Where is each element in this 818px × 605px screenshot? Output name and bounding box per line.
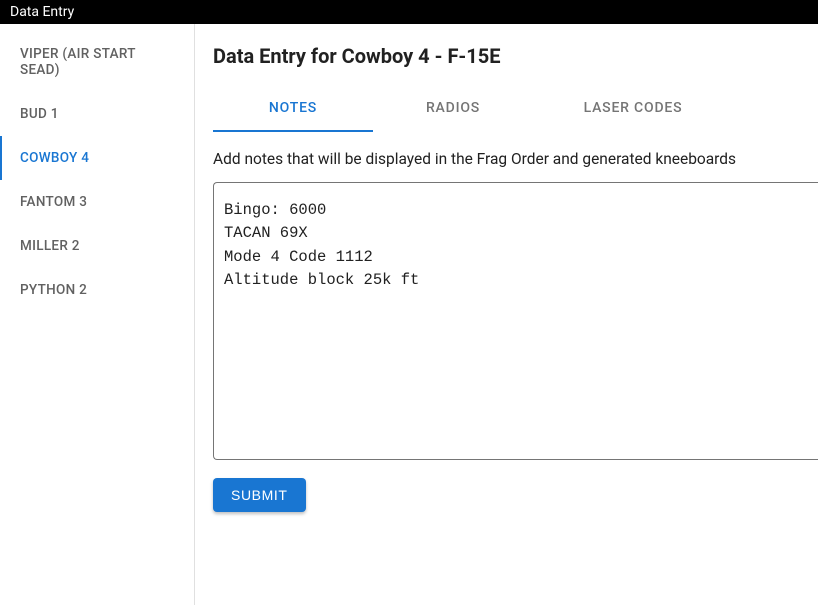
page-title: Data Entry for Cowboy 4 - F-15E <box>213 44 818 68</box>
tab-radios[interactable]: RADIOS <box>373 90 533 132</box>
header-bar: Data Entry <box>0 0 818 24</box>
sidebar-item-fantom3[interactable]: FANTOM 3 <box>0 180 194 224</box>
submit-button[interactable]: SUBMIT <box>213 478 306 512</box>
tab-notes[interactable]: NOTES <box>213 90 373 132</box>
tab-label: NOTES <box>269 100 317 116</box>
sidebar-item-cowboy4[interactable]: COWBOY 4 <box>0 136 194 180</box>
notes-description: Add notes that will be displayed in the … <box>213 150 818 168</box>
sidebar-item-label: VIPER (AIR START SEAD) <box>20 46 135 78</box>
sidebar-item-label: BUD 1 <box>20 106 59 122</box>
tabs: NOTES RADIOS LASER CODES <box>213 90 818 132</box>
sidebar-item-label: PYTHON 2 <box>20 282 87 298</box>
tab-laser-codes[interactable]: LASER CODES <box>533 90 733 132</box>
sidebar: VIPER (AIR START SEAD) BUD 1 COWBOY 4 FA… <box>0 24 195 605</box>
sidebar-item-label: COWBOY 4 <box>20 150 89 166</box>
sidebar-item-label: MILLER 2 <box>20 238 80 254</box>
sidebar-item-viper[interactable]: VIPER (AIR START SEAD) <box>0 32 194 92</box>
sidebar-item-miller2[interactable]: MILLER 2 <box>0 224 194 268</box>
sidebar-item-bud1[interactable]: BUD 1 <box>0 92 194 136</box>
tab-label: LASER CODES <box>584 100 683 116</box>
sidebar-item-label: FANTOM 3 <box>20 194 87 210</box>
tab-label: RADIOS <box>426 100 480 116</box>
content-wrapper: VIPER (AIR START SEAD) BUD 1 COWBOY 4 FA… <box>0 24 818 605</box>
header-title: Data Entry <box>10 4 74 20</box>
main-panel: Data Entry for Cowboy 4 - F-15E NOTES RA… <box>195 24 818 605</box>
notes-textarea[interactable] <box>213 182 818 460</box>
sidebar-item-python2[interactable]: PYTHON 2 <box>0 268 194 312</box>
